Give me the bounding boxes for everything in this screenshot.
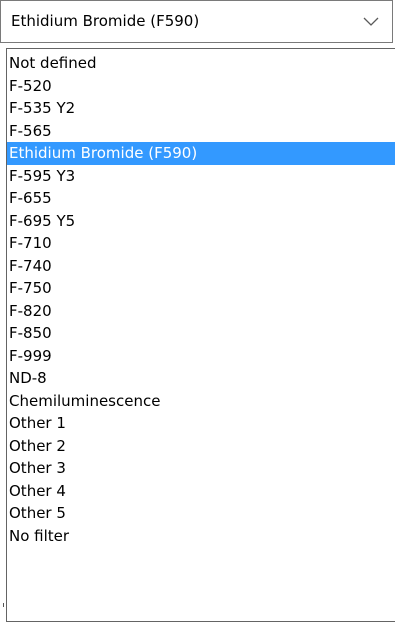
chevron-down-icon[interactable] — [362, 12, 380, 30]
filter-combobox[interactable]: Ethidium Bromide (F590) — [0, 0, 393, 43]
dropdown-option[interactable]: F-520 — [7, 75, 395, 98]
dropdown-options: Not defined F-520 F-535 Y2 F-565 Ethidium Br… — [7, 52, 395, 547]
dropdown-option[interactable]: Other 4 — [7, 480, 395, 503]
dropdown-option[interactable]: Other 5 — [7, 502, 395, 525]
dropdown-option-selected[interactable]: Ethidium Bromide (F590) — [7, 142, 395, 165]
dropdown-option[interactable]: F-695 Y5 — [7, 210, 395, 233]
dropdown-option[interactable]: F-750 — [7, 277, 395, 300]
dropdown-option[interactable]: No filter — [7, 525, 395, 548]
dropdown-option[interactable]: ND-8 — [7, 367, 395, 390]
dropdown-option[interactable]: F-535 Y2 — [7, 97, 395, 120]
dropdown-option[interactable]: F-565 — [7, 120, 395, 143]
dropdown-option[interactable]: F-999 — [7, 345, 395, 368]
dropdown-option[interactable]: F-710 — [7, 232, 395, 255]
dropdown-option[interactable]: F-820 — [7, 300, 395, 323]
dropdown-option[interactable]: Not defined — [7, 52, 395, 75]
dropdown-option[interactable]: F-595 Y3 — [7, 165, 395, 188]
dropdown-option[interactable]: Other 3 — [7, 457, 395, 480]
dropdown-option[interactable]: F-655 — [7, 187, 395, 210]
dropdown-option[interactable]: Other 1 — [7, 412, 395, 435]
combobox-selected-value: Ethidium Bromide (F590) — [11, 12, 200, 30]
dropdown-option[interactable]: F-850 — [7, 322, 395, 345]
dropdown-option[interactable]: Other 2 — [7, 435, 395, 458]
filter-dropdown-list[interactable]: Not defined F-520 F-535 Y2 F-565 Ethidium Br… — [6, 48, 395, 622]
dropdown-option[interactable]: F-740 — [7, 255, 395, 278]
dropdown-option[interactable]: Chemiluminescence — [7, 390, 395, 413]
stray-tick-mark — [3, 603, 4, 607]
